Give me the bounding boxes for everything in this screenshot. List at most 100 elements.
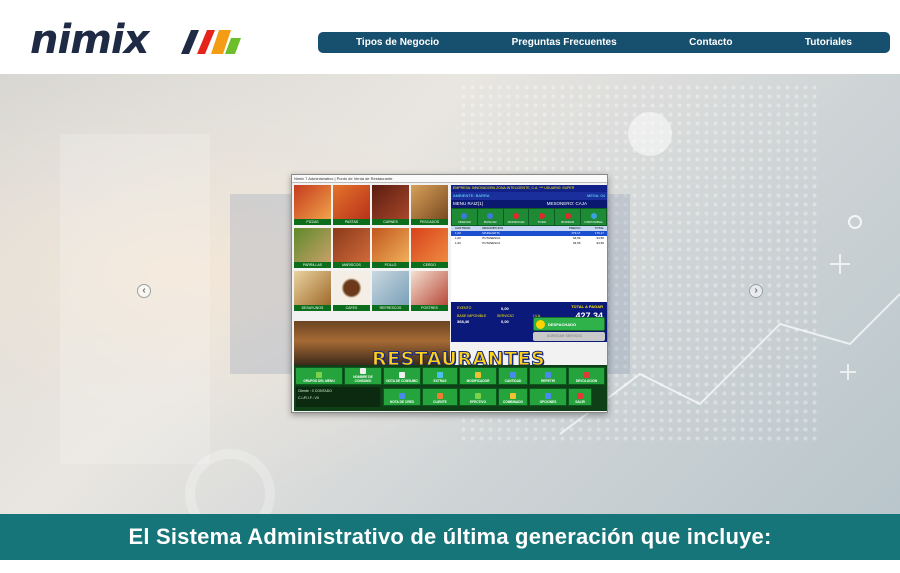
nota-credito-button[interactable]: NOTA DE CRED [383, 388, 421, 406]
food-tile-label: POLLO [372, 262, 409, 268]
servicio-label: SERVICIO [497, 314, 514, 318]
food-tile-label: CERDO [411, 262, 448, 268]
pos-bottom-toolbar: GRUPOS DEL MENU NOMBRE DE CONSUMO NOTA D… [294, 365, 607, 411]
pos-order-panel: EMPRESA: INNOVADORA ZONA INTELIGENTE, C.… [451, 185, 607, 365]
features-banner: El Sistema Administrativo de última gene… [0, 514, 900, 560]
repeat-icon [545, 372, 551, 378]
food-tile: PIZZAS [294, 185, 331, 226]
food-tile-label: PIZZAS [294, 219, 331, 225]
food-tile: REFRESCOS [372, 271, 409, 312]
food-tile-label: CARNES [372, 219, 409, 225]
mesonero-label: MESONERO: CAJA [546, 201, 587, 206]
pos-action-buttons: OPERAR BUSCAR MODIFICAR TODO BORRAR DISP… [451, 208, 607, 226]
food-tile: POLLO [372, 228, 409, 269]
menu-label: MENU RAIZ(1) [453, 201, 484, 206]
food-tile: PASTAS [333, 185, 370, 226]
page-bottom-strip [0, 560, 900, 573]
food-tile: CAFES [333, 271, 370, 312]
extras-icon [437, 372, 443, 378]
borrar-button[interactable]: BORRAR [555, 209, 581, 225]
food-tile-label: PASTAS [333, 219, 370, 225]
opciones-button[interactable]: OPCIONES [529, 388, 567, 406]
food-tile: DESAYUNOS [294, 271, 331, 312]
options-icon [545, 393, 551, 399]
nimix-logo[interactable]: nimix [30, 17, 241, 63]
food-tile-label: POSTRES [411, 305, 448, 311]
servicio-value: 0,00 [501, 319, 509, 324]
pos-window-title: Nimix 7 Administrativo | Punto de Venta … [292, 175, 607, 183]
client-icon [437, 393, 443, 399]
food-tile: CARNES [372, 185, 409, 226]
nota-consumo-button[interactable]: NOTA DE CONSUMO [383, 367, 421, 385]
banner-heading: El Sistema Administrativo de última gene… [128, 524, 772, 549]
extras-button[interactable]: EXTRAS [422, 367, 458, 385]
modificar-button[interactable]: MODIFICAR [503, 209, 529, 225]
quantity-icon [510, 372, 516, 378]
food-tile: PARRILLAS [294, 228, 331, 269]
todo-button[interactable]: TODO [529, 209, 555, 225]
base-label: BASE IMPONIBLE [457, 314, 487, 318]
disponible-button[interactable]: DISPONIBLE [581, 209, 606, 225]
logo-mark-icon [181, 30, 241, 54]
cash-icon [475, 393, 481, 399]
total-label: TOTAL A PAGAR [571, 304, 603, 309]
operar-button[interactable]: OPERAR [452, 209, 477, 225]
smiley-icon [536, 320, 545, 329]
slider-next-arrow-icon[interactable]: › [749, 284, 763, 298]
exento-label: EXENTO [457, 306, 472, 310]
client-rif-line: C.I./R.I.F.: V0 [298, 396, 319, 400]
table-row[interactable]: 1,00 PUTANESCA 94,59 94,59 [451, 241, 607, 246]
pos-screenshot: Nimix 7 Administrativo | Punto de Venta … [291, 174, 608, 413]
despachado-button[interactable]: DESPACHADO [533, 317, 605, 331]
cantidad-button[interactable]: CANTIDAD [498, 367, 528, 385]
menu-group-icon [316, 372, 322, 378]
note-icon [360, 368, 366, 374]
repetir-button[interactable]: REPETIR [529, 367, 567, 385]
devolucion-button[interactable]: DEVOLUCION [568, 367, 605, 385]
logo-text: nimix [30, 17, 149, 63]
nombre-consumo-button[interactable]: NOMBRE DE CONSUMO [344, 367, 382, 385]
base-value: 368,40 [457, 319, 470, 324]
food-tile: MARISCOS [333, 228, 370, 269]
delete-icon [564, 213, 571, 219]
modificador-button[interactable]: MODIFICADOR [459, 367, 497, 385]
nav-tutoriales[interactable]: Tutoriales [805, 37, 852, 48]
food-tile-label: DESAYUNOS [294, 305, 331, 311]
receipt-icon [399, 372, 405, 378]
ambiente-label: AMBIENTE: BARRA [453, 193, 490, 198]
nav-contacto[interactable]: Contacto [689, 37, 732, 48]
food-tile-label: PARRILLAS [294, 262, 331, 268]
site-header: nimix Tipos de Negocio Preguntas Frecuen… [0, 0, 900, 74]
company-info: EMPRESA: INNOVADORA ZONA INTELIGENTE, C.… [451, 185, 607, 192]
modifier-icon [475, 372, 481, 378]
menu-bar: MENU RAIZ(1) MESONERO: CAJA [451, 200, 607, 208]
combinado-button[interactable]: COMBINADO [498, 388, 528, 406]
mesa-label: MESA: 04 [586, 193, 605, 198]
nav-tipos-de-negocio[interactable]: Tipos de Negocio [356, 37, 439, 48]
search-icon [487, 213, 494, 219]
food-tile: POSTRES [411, 271, 448, 312]
agregar-servicio-button[interactable]: AGREGAR SERVICIO [533, 332, 605, 341]
food-tile: CERDO [411, 228, 448, 269]
grupos-menu-button[interactable]: GRUPOS DEL MENU [295, 367, 343, 385]
edit-icon [513, 213, 520, 219]
efectivo-button[interactable]: EFECTIVO [459, 388, 497, 406]
cliente-button[interactable]: CLIENTE [422, 388, 458, 406]
client-info: Cliente : 0 CONTADO C.I./R.I.F.: V0 [296, 387, 380, 407]
order-table: CANTIDAD DESCRIPCION PRECIO TOTAL 1,00 M… [451, 226, 607, 302]
credit-note-icon [399, 393, 405, 399]
salir-button[interactable]: SALIR [568, 388, 592, 406]
nav-preguntas-frecuentes[interactable]: Preguntas Frecuentes [512, 37, 617, 48]
slider-prev-arrow-icon[interactable]: ‹ [137, 284, 151, 298]
ambiente-bar: AMBIENTE: BARRA MESA: 04 [451, 192, 607, 200]
hero-slider: ‹ › Nimix 7 Administrativo | Punto de Ve… [0, 74, 900, 514]
available-icon [590, 213, 597, 219]
food-tile-label: CAFES [333, 305, 370, 311]
return-icon [583, 372, 590, 378]
todo-icon [538, 213, 545, 219]
operar-icon [461, 213, 468, 219]
buscar-button[interactable]: BUSCAR [477, 209, 503, 225]
food-tile-label: MARISCOS [333, 262, 370, 268]
food-tile-label: PESCADOS [411, 219, 448, 225]
main-nav: Tipos de Negocio Preguntas Frecuentes Co… [318, 32, 890, 53]
